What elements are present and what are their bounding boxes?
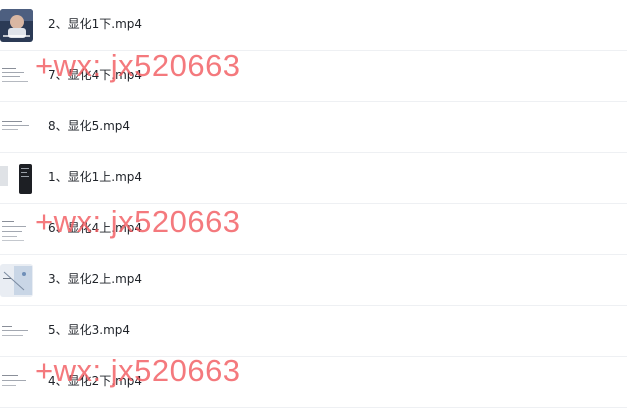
- file-row[interactable]: 3、显化2上.mp4: [0, 255, 627, 306]
- file-row[interactable]: 7、显化4下.mp4: [0, 51, 627, 102]
- file-row[interactable]: 5、显化3.mp4: [0, 306, 627, 357]
- file-name[interactable]: 3、显化2上.mp4: [48, 270, 142, 288]
- video-thumbnail: [0, 264, 33, 297]
- file-name[interactable]: 5、显化3.mp4: [48, 321, 130, 339]
- video-thumbnail: [0, 315, 33, 348]
- file-row[interactable]: 1、显化1上.mp4: [0, 153, 627, 204]
- file-name[interactable]: 1、显化1上.mp4: [48, 168, 142, 186]
- file-name[interactable]: 2、显化1下.mp4: [48, 15, 142, 33]
- video-thumbnail: [0, 366, 33, 399]
- video-thumbnail: [0, 9, 33, 42]
- file-name[interactable]: 8、显化5.mp4: [48, 117, 130, 135]
- file-row[interactable]: 4、显化2下.mp4: [0, 357, 627, 408]
- video-thumbnail: [0, 60, 33, 93]
- file-name[interactable]: 6、显化4上.mp4: [48, 219, 142, 237]
- video-thumbnail: [0, 162, 33, 195]
- file-row[interactable]: 6、显化4上.mp4: [0, 204, 627, 255]
- video-thumbnail: [0, 213, 33, 246]
- file-row[interactable]: 8、显化5.mp4: [0, 102, 627, 153]
- file-row[interactable]: 2、显化1下.mp4: [0, 0, 627, 51]
- file-name[interactable]: 4、显化2下.mp4: [48, 372, 142, 390]
- video-thumbnail: [0, 111, 33, 144]
- file-name[interactable]: 7、显化4下.mp4: [48, 66, 142, 84]
